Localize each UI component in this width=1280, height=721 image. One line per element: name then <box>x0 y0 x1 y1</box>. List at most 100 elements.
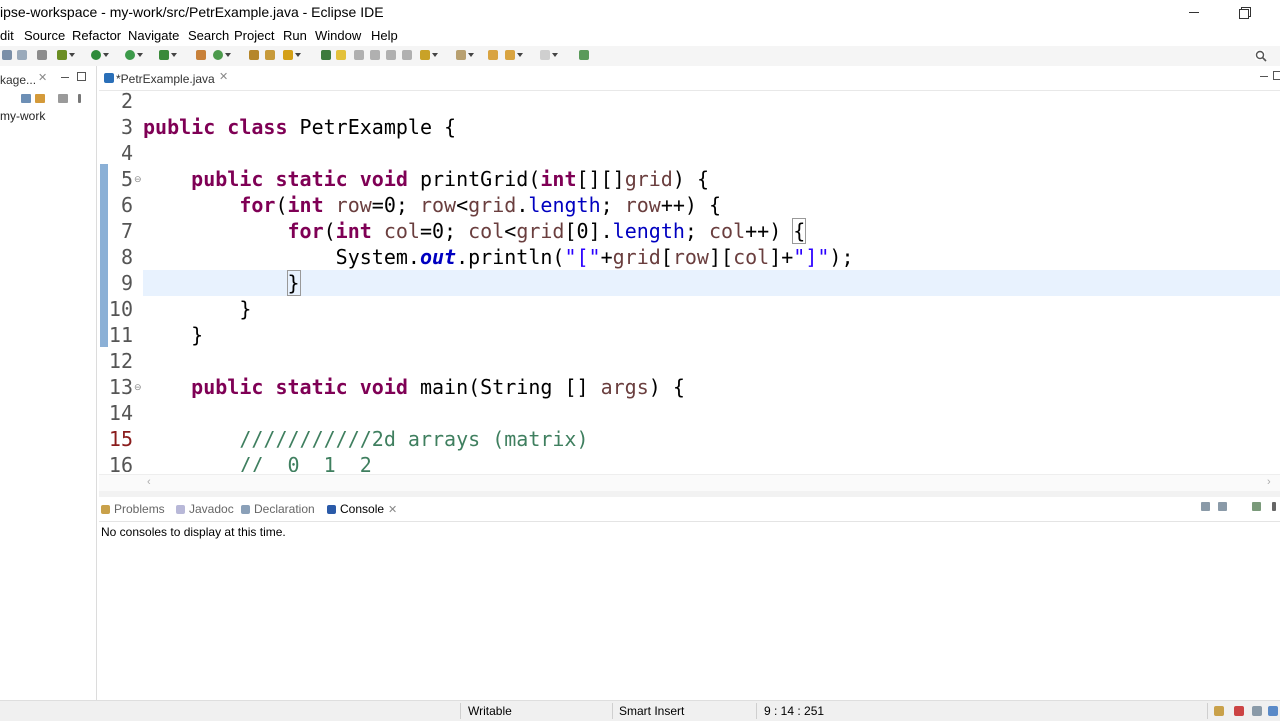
menu-help[interactable]: Help <box>371 28 398 43</box>
minimize-button[interactable] <box>1182 2 1206 22</box>
menu-search[interactable]: Search <box>188 28 229 43</box>
coverage-icon[interactable] <box>125 50 143 60</box>
restore-button[interactable] <box>1232 2 1256 22</box>
console-icon <box>327 505 336 514</box>
next-annotation-icon[interactable] <box>420 50 438 60</box>
package-explorer-view: kage... ✕ my-work <box>0 66 97 700</box>
maximize-view-icon[interactable] <box>77 72 86 81</box>
tree-item-project[interactable]: my-work <box>0 109 45 123</box>
status-cursor-position: 9 : 14 : 251 <box>764 704 825 718</box>
display-console-icon[interactable] <box>1218 502 1227 511</box>
menu-project[interactable]: Project <box>234 28 274 43</box>
line-number: 6 <box>120 193 133 217</box>
menu-edit[interactable]: dit <box>0 28 14 43</box>
open-type-icon[interactable] <box>249 50 259 60</box>
new-java-project-icon[interactable] <box>196 50 206 60</box>
code-text: System.out.println("["+grid[row][col]+"]… <box>143 245 854 269</box>
tab-declaration[interactable]: Declaration <box>241 502 315 516</box>
code-line: 8 System.out.println("["+grid[row][col]+… <box>99 244 1280 270</box>
editor-tab-petrexample[interactable]: *PetrExample.java ✕ <box>99 66 233 90</box>
view-menu-icon[interactable] <box>1272 502 1276 511</box>
line-number: 4 <box>120 141 133 165</box>
toggle-highlight-icon[interactable] <box>336 50 346 60</box>
tab-problems[interactable]: Problems <box>101 502 165 516</box>
scroll-right-icon[interactable]: › <box>1267 476 1271 488</box>
code-text: public static void main(String [] args) … <box>191 375 685 399</box>
text-caret <box>299 271 301 293</box>
link-with-editor-icon[interactable] <box>35 94 45 103</box>
menu-run[interactable]: Run <box>283 28 307 43</box>
status-divider <box>612 703 613 719</box>
view-menu-icon[interactable] <box>78 94 81 103</box>
code-line: 14 <box>99 400 1280 426</box>
menu-navigate[interactable]: Navigate <box>128 28 179 43</box>
back-icon[interactable] <box>505 50 523 60</box>
new-class-icon[interactable] <box>213 50 231 60</box>
error-log-icon[interactable] <box>1234 706 1244 716</box>
external-tools-icon[interactable] <box>159 50 177 60</box>
code-text: } <box>143 323 204 347</box>
fold-icon[interactable]: ⊖ <box>134 174 142 185</box>
forward-icon[interactable] <box>540 50 558 60</box>
maximize-editor-icon[interactable] <box>1273 71 1280 80</box>
scroll-left-icon[interactable]: ‹ <box>147 476 151 488</box>
minimize-view-icon[interactable] <box>61 77 69 78</box>
code-line: 16 // 0 1 2 <box>99 452 1280 472</box>
tab-console[interactable]: Console ✕ <box>327 502 397 516</box>
run-icon[interactable] <box>91 50 109 60</box>
open-task-icon[interactable] <box>265 50 275 60</box>
search-icon[interactable] <box>1255 50 1267 62</box>
pin-editor-icon[interactable] <box>579 50 589 60</box>
code-text: ///////////2d arrays (matrix) <box>143 427 589 451</box>
word-wrap-icon[interactable] <box>370 50 380 60</box>
javadoc-icon <box>176 505 185 514</box>
close-icon[interactable]: ✕ <box>219 70 228 83</box>
menu-source[interactable]: Source <box>24 28 65 43</box>
java-editor: *PetrExample.java ✕ 2 3 public class Pet… <box>99 66 1280 491</box>
save-all-icon[interactable] <box>17 50 27 60</box>
editor-tab-label: *PetrExample.java <box>116 72 215 86</box>
pilcrow-icon[interactable] <box>402 50 412 60</box>
debug-icon[interactable] <box>57 50 75 60</box>
package-explorer-tab[interactable]: kage... <box>0 73 36 87</box>
search-toolbar-icon[interactable] <box>283 50 301 60</box>
line-number: 11 <box>108 323 133 347</box>
code-line: 9 } <box>99 270 1280 296</box>
code-line: 2 <box>99 88 1280 114</box>
horizontal-scrollbar[interactable]: ‹ › <box>99 474 1280 491</box>
code-line: 5 ⊖ public static void printGrid(int[][]… <box>99 166 1280 192</box>
code-line: 11 } <box>99 322 1280 348</box>
menu-bar: dit Source Refactor Navigate Search Proj… <box>0 24 1280 46</box>
fold-icon[interactable]: ⊖ <box>134 382 142 393</box>
line-number: 15 <box>108 427 133 451</box>
code-line: 4 <box>99 140 1280 166</box>
close-icon: ✕ <box>388 504 398 516</box>
save-icon[interactable] <box>2 50 12 60</box>
filter-icon[interactable] <box>58 94 68 103</box>
code-line: 15 ///////////2d arrays (matrix) <box>99 426 1280 452</box>
line-number: 3 <box>120 115 133 139</box>
menu-window[interactable]: Window <box>315 28 361 43</box>
progress-icon[interactable] <box>1214 706 1224 716</box>
status-insert-mode: Smart Insert <box>619 704 685 718</box>
collapse-all-icon[interactable] <box>21 94 31 103</box>
tab-javadoc[interactable]: Javadoc <box>176 502 234 516</box>
code-text: for(int col=0; col<grid[0].length; col++… <box>287 218 807 244</box>
show-whitespace-icon[interactable] <box>386 50 396 60</box>
pin-console-icon[interactable] <box>1201 502 1210 511</box>
previous-annotation-icon[interactable] <box>456 50 474 60</box>
menu-refactor[interactable]: Refactor <box>72 28 121 43</box>
title-bar: ipse-workspace - my-work/src/PetrExample… <box>0 0 1280 24</box>
close-icon[interactable]: ✕ <box>38 71 47 84</box>
code-line: 13 ⊖ public static void main(String [] a… <box>99 374 1280 400</box>
last-edit-icon[interactable] <box>488 50 498 60</box>
open-console-icon[interactable] <box>1252 502 1261 511</box>
minimize-editor-icon[interactable] <box>1260 76 1268 77</box>
share-icon[interactable] <box>1268 706 1278 716</box>
code-text: // 0 1 2 <box>143 453 372 472</box>
skip-breakpoints-icon[interactable] <box>37 50 47 60</box>
block-selection-icon[interactable] <box>354 50 364 60</box>
toggle-mark-occurrences-icon[interactable] <box>321 50 331 60</box>
line-number: 10 <box>108 297 133 321</box>
tasks-icon[interactable] <box>1252 706 1262 716</box>
